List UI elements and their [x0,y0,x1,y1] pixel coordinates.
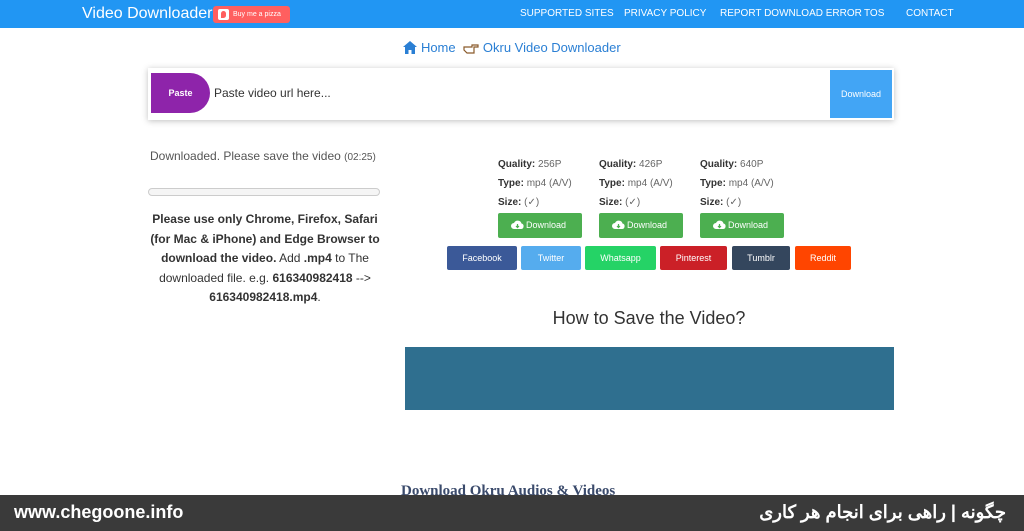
download-640p-button[interactable]: Download [700,213,784,238]
type-value: mp4 (A/V) [728,178,774,189]
size-label: Size: [498,197,522,208]
size-label: Size: [599,197,623,208]
nav-report-download-error[interactable]: REPORT DOWNLOAD ERROR [720,8,862,19]
notice-example-from: 616340982418 [272,270,353,285]
cloud-download-icon [612,220,625,229]
nav-supported-sites[interactable]: SUPPORTED SITES [520,8,614,19]
footer-tagline: چگونه | راهی برای انجام هر کاری [759,502,1006,522]
share-tumblr-button[interactable]: Tumblr [732,246,790,270]
breadcrumb-home-link[interactable]: Home [421,40,456,55]
pizza-icon [218,9,229,20]
size-value: (✓) [524,197,540,208]
brand-logo-link[interactable]: Video Downloader [82,5,212,23]
size-value: (✓) [625,197,641,208]
download-256p-button[interactable]: Download [498,213,582,238]
buy-me-a-pizza-button[interactable]: Buy me a pizza [213,6,290,23]
footer-banner: www.chegoone.info چگونه | راهی برای انجا… [0,495,1024,531]
quality-block: Quality: 426P Type: mp4 (A/V) Size: (✓) [599,155,694,212]
pointing-hand-icon [463,44,479,54]
browser-notice: Please use only Chrome, Firefox, Safari … [148,210,382,308]
nav-tos[interactable]: TOS [864,8,884,19]
quality-value: 256P [538,159,562,170]
notice-period: . [317,290,321,304]
quality-value: 640P [740,159,764,170]
download-status: Downloaded. Please save the video (02:25… [150,149,376,163]
share-reddit-button[interactable]: Reddit [795,246,851,270]
download-label: Download [728,220,769,230]
share-facebook-button[interactable]: Facebook [447,246,517,270]
share-pinterest-button[interactable]: Pinterest [660,246,727,270]
status-time: (02:25) [344,152,376,163]
how-to-save-heading: How to Save the Video? [552,308,746,328]
type-value: mp4 (A/V) [526,178,572,189]
quality-block: Quality: 640P Type: mp4 (A/V) Size: (✓) [700,155,795,212]
quality-block: Quality: 256P Type: mp4 (A/V) Size: (✓) [498,155,593,212]
status-text: Downloaded. Please save the video [150,149,341,163]
download-submit-button[interactable]: Download [830,70,892,118]
video-url-input[interactable] [214,82,814,104]
share-whatsapp-button[interactable]: Whatsapp [585,246,656,270]
url-input-bar: Paste Download [148,68,894,120]
quality-label: Quality: [599,159,637,170]
download-426p-button[interactable]: Download [599,213,683,238]
notice-example-to: 616340982418.mp4 [209,290,318,304]
quality-label: Quality: [498,159,536,170]
nav-privacy-policy[interactable]: PRIVACY POLICY [624,8,706,19]
type-value: mp4 (A/V) [627,178,673,189]
size-value: (✓) [726,197,742,208]
share-twitter-button[interactable]: Twitter [521,246,581,270]
footer-site-url: www.chegoone.info [14,502,184,522]
breadcrumb: Home Okru Video Downloader [0,40,1024,55]
download-label: Download [627,220,668,230]
download-label: Download [526,220,567,230]
home-icon [403,41,418,54]
notice-arrow: --> [352,270,371,285]
notice-text-1: Add [276,251,304,265]
progress-bar [148,188,380,196]
top-navbar: Video Downloader Buy me a pizza SUPPORTE… [0,0,1024,28]
pizza-label: Buy me a pizza [233,11,281,18]
quality-label: Quality: [700,159,738,170]
type-label: Type: [700,178,726,189]
video-embed[interactable] [405,347,894,410]
type-label: Type: [498,178,524,189]
cloud-download-icon [511,220,524,229]
quality-value: 426P [639,159,663,170]
breadcrumb-current: Okru Video Downloader [482,40,621,55]
paste-button[interactable]: Paste [151,73,210,113]
size-label: Size: [700,197,724,208]
notice-ext: .mp4 [303,251,332,265]
type-label: Type: [599,178,625,189]
nav-contact[interactable]: CONTACT [906,8,954,19]
cloud-download-icon [713,220,726,229]
